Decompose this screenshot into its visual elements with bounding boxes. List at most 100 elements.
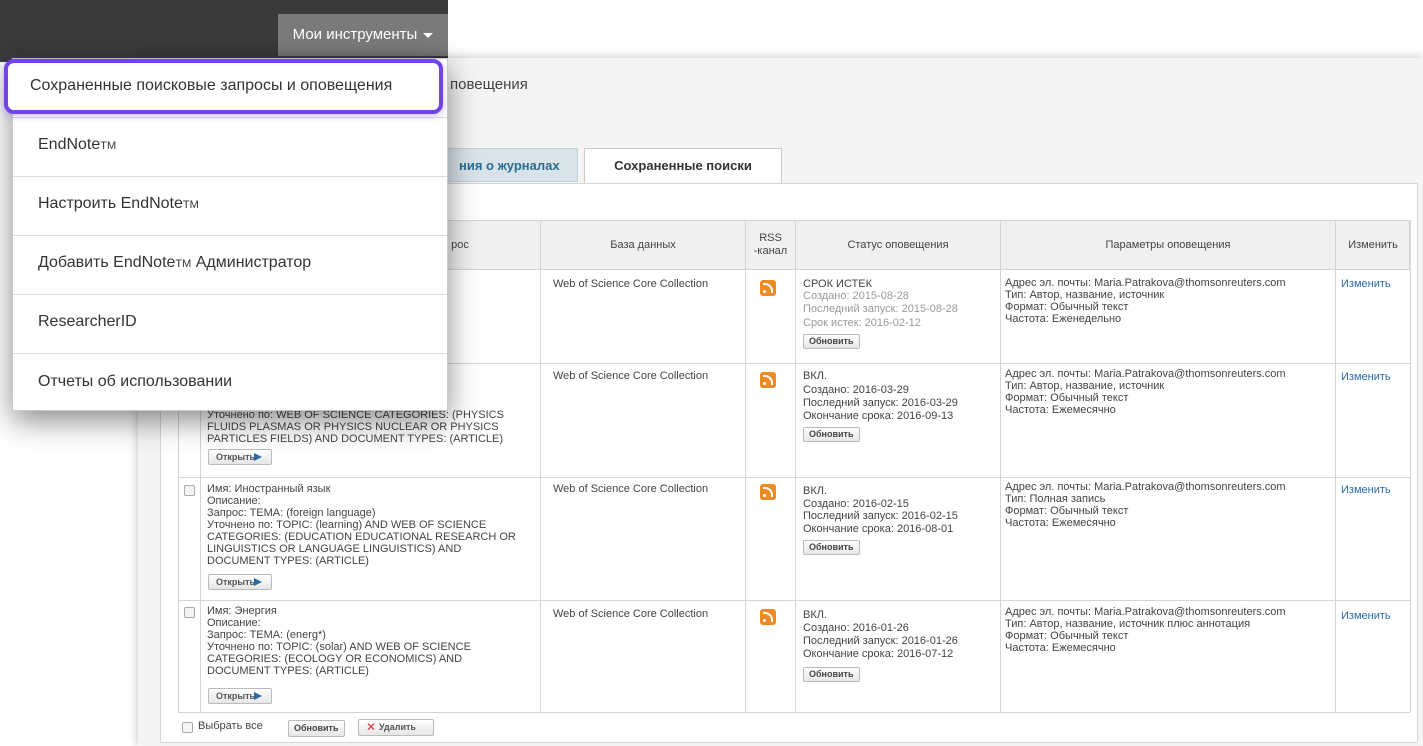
select-all-checkbox[interactable]: [182, 722, 193, 733]
update-button[interactable]: Обновить: [803, 667, 860, 682]
menu-item-researcherid[interactable]: ResearcherID: [13, 313, 447, 331]
row-database: Web of Science Core Collection: [553, 370, 709, 382]
row-status: ВКЛ.: [803, 609, 828, 621]
caret-down-icon: [423, 32, 434, 38]
rss-icon[interactable]: [760, 609, 776, 625]
param-email: Адрес эл. почты: Maria.Patrakova@thomson…: [1005, 277, 1286, 289]
row-status: ВКЛ.: [803, 370, 828, 382]
header-rss: RSS -канал: [745, 220, 795, 270]
col-divider: [1410, 220, 1411, 712]
row-expired: Срок истек: 2016-02-12: [803, 317, 921, 329]
param-frequency: Частота: Ежемесячно: [1005, 642, 1116, 654]
row-expiry: Окончание срока: 2016-08-01: [803, 523, 954, 535]
edit-link[interactable]: Изменить: [1341, 279, 1391, 290]
row-created: Создано: 2016-03-29: [803, 384, 909, 396]
delete-button[interactable]: ✕ Удалить: [358, 719, 434, 736]
row-status: ВКЛ.: [803, 485, 828, 497]
col-divider: [745, 220, 746, 712]
header-edit: Изменить: [1335, 220, 1410, 270]
col-divider: [1000, 220, 1001, 712]
query-line: Описание:: [207, 495, 261, 507]
tab-journals[interactable]: ния о журналах: [430, 148, 578, 182]
row-checkbox[interactable]: [184, 485, 195, 496]
menu-divider: [13, 294, 447, 295]
edit-link[interactable]: Изменить: [1341, 372, 1391, 383]
update-button[interactable]: Обновить: [803, 540, 860, 555]
menu-divider: [13, 353, 447, 354]
param-type: Тип: Автор, название, источник: [1005, 380, 1165, 392]
query-line: FLUIDS PLASMAS OR PHYSICS NUCLEAR OR PHY…: [207, 421, 499, 433]
play-icon: [254, 453, 262, 461]
query-line: CATEGORIES: (EDUCATION EDUCATIONAL RESEA…: [207, 531, 516, 543]
menu-divider: [13, 235, 447, 236]
param-frequency: Частота: Ежемесячно: [1005, 404, 1116, 416]
header-rss-line1: RSS: [759, 232, 782, 244]
delete-label: Удалить: [379, 722, 416, 732]
query-line: DOCUMENT TYPES: (ARTICLE): [207, 555, 369, 567]
row-created: Создано: 2016-02-15: [803, 498, 909, 510]
header-status: Статус оповещения: [795, 220, 1000, 270]
select-all-label: Выбрать все: [198, 720, 263, 732]
update-button[interactable]: Обновить: [803, 427, 860, 442]
open-label: Открыть: [216, 452, 256, 462]
param-type: Тип: Автор, название, источник: [1005, 289, 1165, 301]
rss-icon[interactable]: [760, 372, 776, 388]
query-line: LINGUISTICS OR LANGUAGE LINGUISTICS) AND: [207, 543, 462, 555]
row-divider: [178, 712, 1410, 713]
row-database: Web of Science Core Collection: [553, 278, 709, 290]
open-label: Открыть: [216, 691, 256, 701]
row-status: СРОК ИСТЕК: [803, 278, 873, 290]
query-line: CATEGORIES: (ECOLOGY OR ECONOMICS) AND: [207, 653, 463, 665]
query-line: Уточнено по: TOPIC: (solar) AND WEB OF S…: [207, 641, 471, 653]
edit-link[interactable]: Изменить: [1341, 485, 1391, 496]
update-button[interactable]: Обновить: [803, 334, 860, 349]
header-params: Параметры оповещения: [1000, 220, 1335, 270]
play-icon: [254, 692, 262, 700]
query-line: Запрос: TEMA: (foreign language): [207, 507, 376, 519]
query-line: Описание:: [207, 617, 261, 629]
footer-update-button[interactable]: Обновить: [288, 720, 345, 737]
param-format: Формат: Обычный текст: [1005, 505, 1129, 517]
rss-icon[interactable]: [760, 280, 776, 296]
param-type: Тип: Полная запись: [1005, 493, 1106, 505]
row-checkbox[interactable]: [184, 607, 195, 618]
param-email: Адрес эл. почты: Maria.Patrakova@thomson…: [1005, 368, 1286, 380]
query-line: DOCUMENT TYPES: (ARTICLE): [207, 665, 369, 677]
menu-item-endnote-label: EndNote: [38, 136, 101, 153]
query-line: Уточнено по: TOPIC: (learning) AND WEB O…: [207, 519, 487, 531]
row-last-run: Последний запуск: 2016-02-15: [803, 510, 958, 522]
row-last-run: Последний запуск: 2016-03-29: [803, 397, 958, 409]
query-line: PARTICLES FIELDS) AND DOCUMENT TYPES: (A…: [207, 433, 504, 445]
param-email: Адрес эл. почты: Maria.Patrakova@thomson…: [1005, 606, 1286, 618]
edit-link[interactable]: Изменить: [1341, 611, 1391, 622]
menu-item-saved-searches-and-alerts[interactable]: Сохраненные поисковые запросы и оповещен…: [4, 59, 443, 114]
menu-divider: [13, 176, 447, 177]
query-line: Уточнено по: WEB OF SCIENCE CATEGORIES: …: [207, 409, 504, 421]
col-divider: [795, 220, 796, 712]
col-divider: [1335, 220, 1336, 712]
open-button[interactable]: Открыть: [208, 688, 272, 704]
menu-item-usage-reports[interactable]: Отчеты об использовании: [13, 373, 447, 391]
param-format: Формат: Обычный текст: [1005, 301, 1129, 313]
param-format: Формат: Обычный текст: [1005, 630, 1129, 642]
menu-item-admin-suffix: Администратор: [191, 254, 312, 271]
menu-item-configure-endnote[interactable]: Настроить EndNoteTM: [13, 195, 447, 213]
query-line: Имя: Иностранный язык: [207, 483, 331, 495]
open-button[interactable]: Открыть: [208, 574, 272, 590]
tab-saved-searches[interactable]: Сохраненные поиски: [584, 148, 782, 184]
open-button[interactable]: Открыть: [208, 449, 272, 465]
menu-item-endnote[interactable]: EndNoteTM: [13, 136, 447, 154]
header-rss-line2: -канал: [753, 245, 788, 257]
trademark-sup: TM: [175, 258, 192, 270]
query-line: Запрос: TEMA: (energ*): [207, 629, 326, 641]
rss-icon[interactable]: [760, 484, 776, 500]
row-created: Создано: 2016-01-26: [803, 622, 909, 634]
my-tools-button[interactable]: Мои инструменты: [278, 14, 448, 56]
row-created: Создано: 2015-08-28: [803, 290, 909, 302]
menu-divider: [13, 117, 447, 118]
row-divider: [178, 477, 1410, 478]
menu-item-saved-searches-label: Сохраненные поисковые запросы и оповещен…: [30, 77, 393, 94]
menu-item-add-endnote-admin[interactable]: Добавить EndNoteTM Администратор: [13, 254, 447, 272]
menu-item-add-endnote-label: Добавить EndNote: [38, 254, 176, 271]
page-title: повещения: [450, 76, 528, 93]
